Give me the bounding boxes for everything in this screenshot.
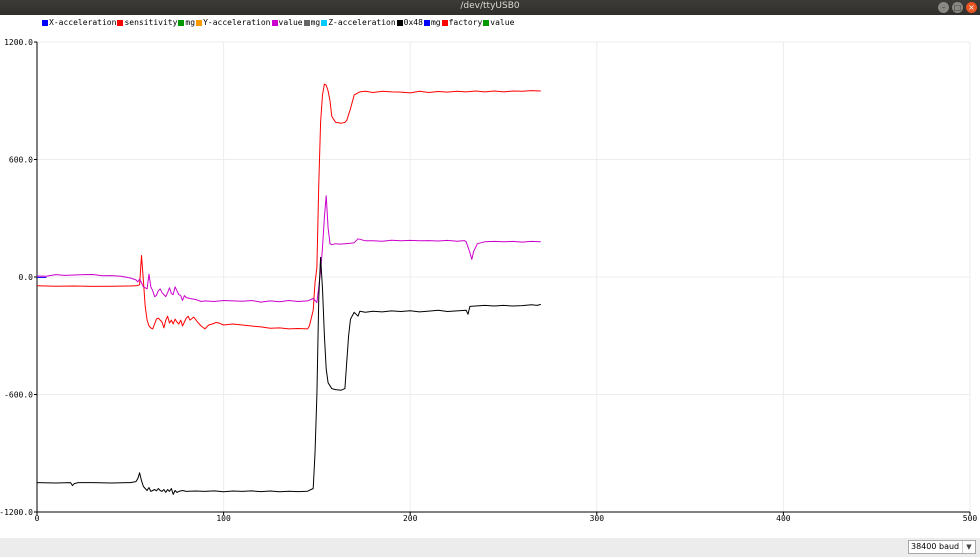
x-tick-label: 400 (776, 514, 791, 523)
plot-series (36, 83, 541, 495)
baud-rate-value: 38400 baud (911, 542, 960, 551)
y-tick-label: -600.0 (4, 391, 33, 400)
y-tick-label: 0.0 (19, 273, 34, 282)
series-line-sensitivity (36, 83, 541, 330)
x-tick-label: 100 (216, 514, 231, 523)
bottom-toolbar (0, 538, 980, 557)
series-line-0x48 (36, 256, 541, 495)
x-tick-label: 200 (403, 514, 418, 523)
x-tick-label: 0 (35, 514, 40, 523)
y-tick-label: -1200.0 (0, 508, 33, 517)
x-tick-label: 300 (590, 514, 605, 523)
serial-plot: 0 100 200 300 400 500 1200.0 600.0 0.0 -600.0 -120… (0, 38, 977, 523)
y-tick-label: 600.0 (9, 156, 33, 165)
baud-rate-select[interactable]: 38400 baud ▼ (908, 540, 976, 554)
chevron-down-icon[interactable]: ▼ (962, 541, 975, 553)
y-tick-label: 1200.0 (4, 38, 33, 47)
plot-ticks: 0 100 200 300 400 500 1200.0 600.0 0.0 -600.0 -120… (0, 38, 977, 523)
x-tick-label: 500 (963, 514, 978, 523)
plot-grid (37, 41, 971, 512)
